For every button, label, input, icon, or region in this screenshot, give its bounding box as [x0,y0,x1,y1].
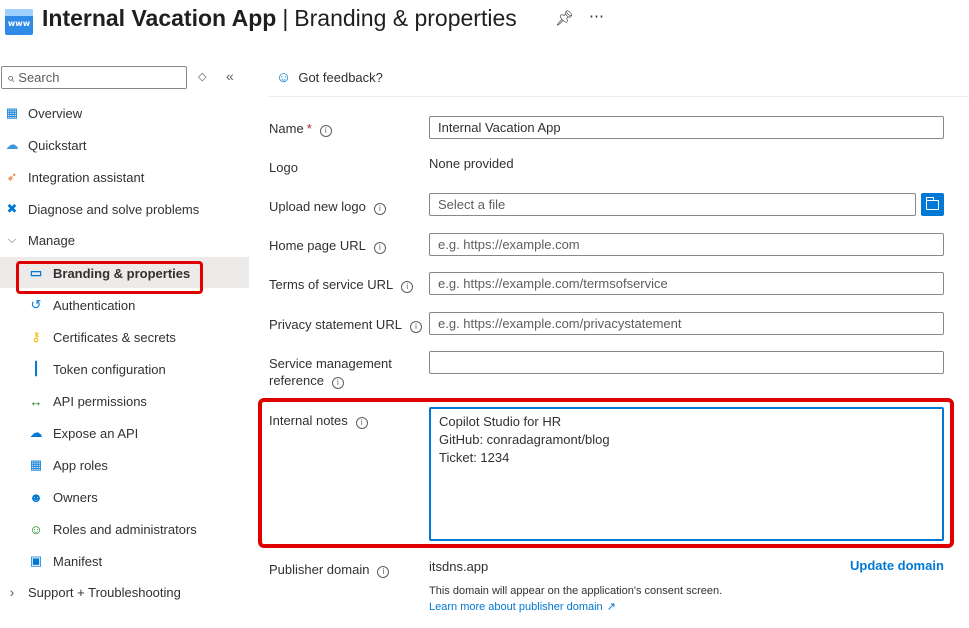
info-icon[interactable]: i [373,203,386,215]
logo-label: Logo [269,160,298,175]
sidebar-item-certificates[interactable]: ⚷ Certificates & secrets [27,322,176,352]
publisher-domain-value: itsdns.app [429,559,489,574]
chevron-right-icon: › [9,584,15,600]
update-domain-link[interactable]: Update domain [850,558,944,573]
sidebar-item-integration-assistant[interactable]: ➶ Integration assistant [3,162,145,192]
sidebar-item-api-permissions[interactable]: ↔ API permissions [27,386,147,416]
page-header: www Internal Vacation App | Branding & pro… [0,0,969,44]
external-link-icon: ↗ [606,601,616,613]
info-icon[interactable]: i [373,242,386,254]
learn-more-publisher-link[interactable]: Learn more about publisher domain ↗ [429,600,616,613]
upload-logo-label: Upload new logo i [269,199,386,215]
info-icon[interactable]: i [331,377,344,389]
collapse-sidebar-icon[interactable]: « [226,68,234,84]
quickstart-cloud-icon: ☁ [5,137,19,152]
info-icon[interactable]: i [409,321,422,333]
terms-input[interactable]: e.g. https://example.com/termsofservice [429,272,944,295]
browse-file-button[interactable] [921,193,944,216]
roles-admin-icon: ☺ [29,521,43,537]
highlight-box-internal-notes [258,398,954,548]
overview-icon: ▦ [5,105,19,120]
logo-value: None provided [429,156,514,171]
feedback-button[interactable]: ☺ Got feedback? [276,66,383,88]
sidebar-item-expose-api[interactable]: ☁ Expose an API [27,418,139,448]
home-page-label: Home page URL i [269,238,386,254]
sidebar-item-manifest[interactable]: ▣ Manifest [27,546,102,576]
info-icon[interactable]: i [319,125,332,137]
terms-label: Terms of service URL i [269,277,414,293]
app-roles-icon: ▦ [29,457,43,472]
rocket-icon: ➶ [6,169,18,184]
sidebar-group-manage[interactable]: ⌵ Manage [3,225,75,255]
cloud-api-icon: ☁ [29,425,43,440]
sidebar-group-support[interactable]: › Support + Troubleshooting [3,577,181,607]
publisher-domain-label: Publisher domain i [269,562,390,578]
name-input[interactable]: Internal Vacation App [429,116,944,139]
toolbar-divider [269,96,969,97]
upload-logo-input[interactable]: Select a file [429,193,916,216]
sidebar-search-input[interactable]: ⌕ Search [1,66,187,89]
name-label: Name * i [269,121,332,137]
page-title: Internal Vacation App | Branding & propert… [42,5,517,31]
sidebar-item-quickstart[interactable]: ☁ Quickstart [3,130,87,160]
publisher-domain-note: This domain will appear on the applicati… [429,585,723,597]
sidebar-item-authentication[interactable]: ↺ Authentication [27,290,136,320]
sidebar-item-app-roles[interactable]: ▦ App roles [27,450,108,480]
more-icon[interactable]: ⋯ [589,7,605,25]
wrench-icon: ✖ [6,201,18,216]
folder-icon [926,196,939,210]
info-icon[interactable]: i [401,281,414,293]
info-icon[interactable]: i [377,566,390,578]
sidebar-item-token-configuration[interactable]: ┃ Token configuration [27,354,166,384]
home-page-input[interactable]: e.g. https://example.com [429,233,944,256]
feedback-icon: ☺ [276,68,292,86]
sidebar-item-overview[interactable]: ▦ Overview [3,98,82,128]
chevron-down-icon: ⌵ [7,233,17,246]
key-icon: ⚷ [31,329,41,344]
api-permissions-icon: ↔ [29,393,43,409]
manifest-icon: ▣ [29,553,43,568]
service-management-input[interactable] [429,351,944,374]
page-name: Branding & properties [294,5,517,31]
authentication-icon: ↺ [30,297,42,312]
sidebar-item-roles-admins[interactable]: ☺ Roles and administrators [27,514,196,544]
privacy-input[interactable]: e.g. https://example.com/privacystatemen… [429,312,944,335]
privacy-label: Privacy statement URL i [269,317,422,333]
token-icon: ┃ [32,361,40,376]
search-icon: ⌕ [7,69,15,85]
service-management-label: Service management reference i [269,356,392,389]
pin-icon[interactable]: 📌︎ [555,9,574,27]
sidebar-item-owners[interactable]: ☻ Owners [27,482,98,512]
sidebar-item-diagnose[interactable]: ✖ Diagnose and solve problems [3,194,200,224]
app-web-icon: www [5,9,33,35]
owners-icon: ☻ [29,489,43,505]
app-name: Internal Vacation App [42,5,277,31]
sort-icon[interactable]: ◇ [198,70,206,83]
